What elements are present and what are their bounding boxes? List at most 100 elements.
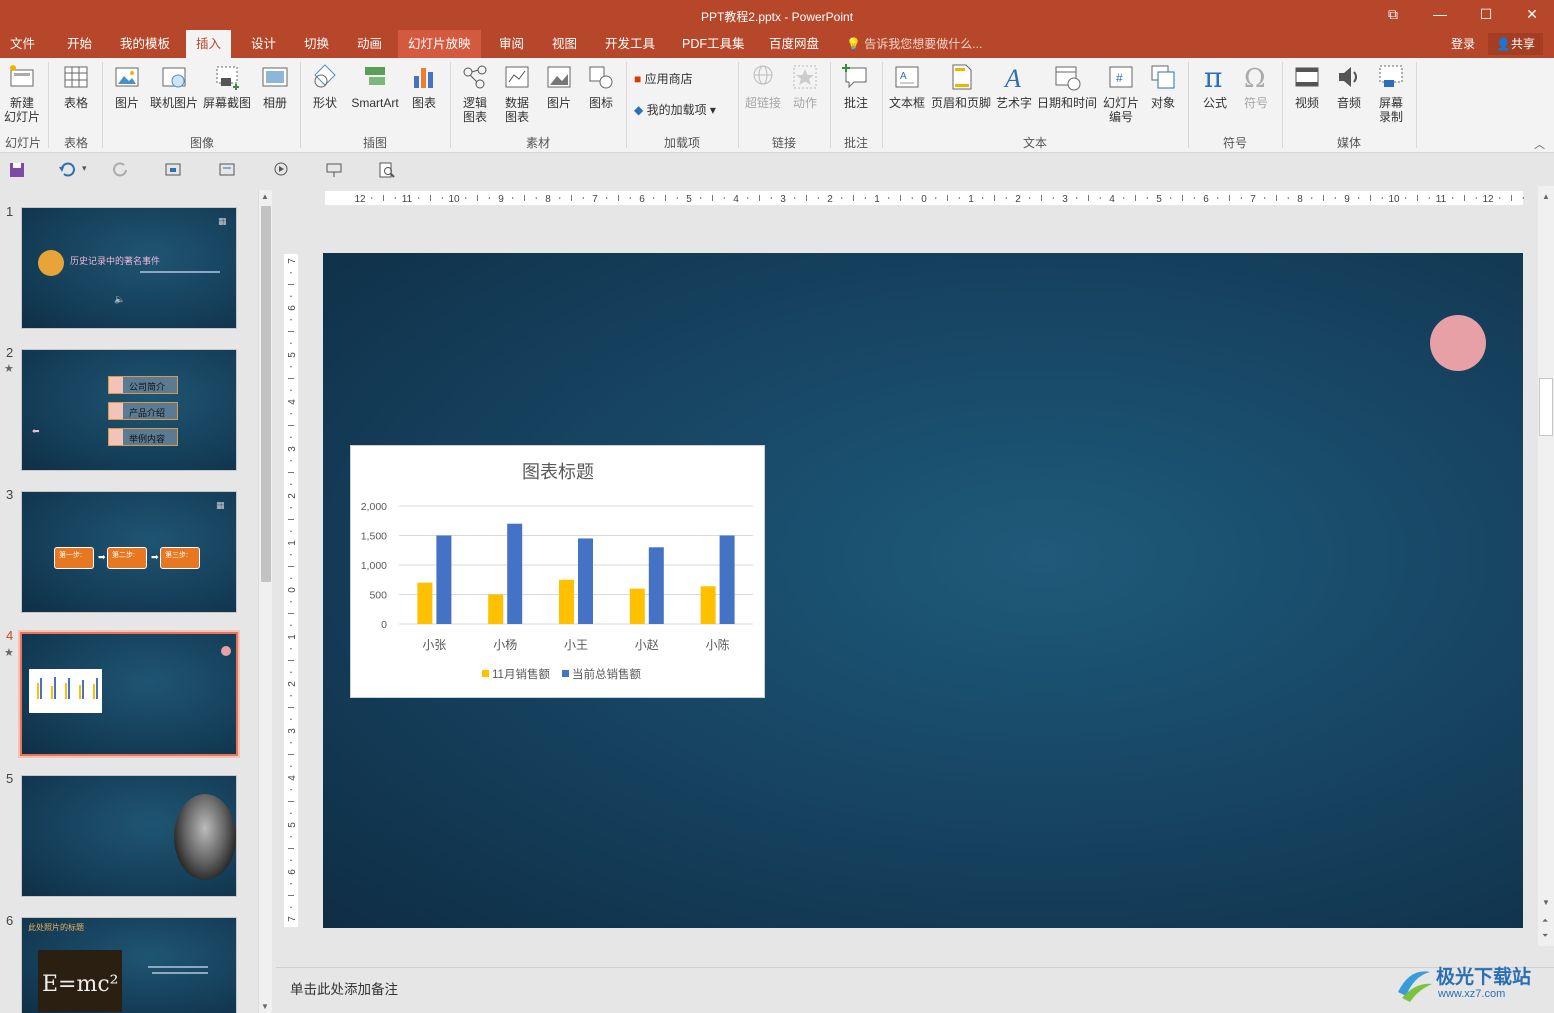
data-chart-button[interactable]: 数据 图表 (498, 62, 536, 124)
tab-home[interactable]: 开始 (57, 30, 102, 58)
audio-button[interactable]: 音频 (1330, 62, 1368, 110)
tab-developer[interactable]: 开发工具 (595, 30, 665, 58)
app-store-button[interactable]: ■ 应用商店 (634, 68, 693, 90)
tab-file[interactable]: 文件 (0, 30, 45, 58)
smartart-button[interactable]: SmartArt (348, 62, 402, 110)
close-button[interactable]: ✕ (1520, 4, 1544, 24)
thumbnails-scrollbar[interactable]: ▲ ▼ (258, 190, 272, 1013)
slide-thumbnail-5[interactable] (21, 775, 237, 897)
shapes-button[interactable]: 形状 (306, 62, 344, 110)
action-label: 动作 (792, 96, 817, 110)
share-button[interactable]: 👤共享 (1488, 33, 1543, 55)
scrollbar-thumb[interactable] (1539, 378, 1553, 436)
scroll-down-icon[interactable]: ▼ (261, 1002, 269, 1011)
picture-button[interactable]: 图片 (108, 62, 146, 110)
ribbon-display-options-icon[interactable]: ⧉ (1381, 4, 1405, 24)
chart-button[interactable]: 图表 (406, 62, 442, 110)
symbol-button[interactable]: Ω 符号 (1238, 62, 1274, 110)
tab-review[interactable]: 审阅 (489, 30, 534, 58)
next-slide-icon[interactable]: ⏷ (1542, 931, 1548, 941)
slide-thumbnail-2[interactable]: 公司简介 产品介绍 举例内容 ⬅ (21, 349, 237, 471)
undo-icon[interactable] (58, 161, 76, 179)
group-tables: 表格 (63, 136, 88, 150)
icon-button[interactable]: 图标 (582, 62, 620, 110)
online-picture-button[interactable]: 联机图片 (148, 62, 200, 110)
date-time-button[interactable]: 日期和时间 (1036, 62, 1098, 110)
tell-me-search[interactable]: 💡 告诉我您想要做什么... (846, 30, 982, 58)
save-icon[interactable] (8, 161, 26, 179)
ruler-label: 7 (592, 194, 598, 205)
minimize-button[interactable]: — (1428, 4, 1452, 24)
tab-baidu-netdisk[interactable]: 百度网盘 (759, 30, 829, 58)
tab-transitions[interactable]: 切换 (294, 30, 339, 58)
print-preview-icon[interactable] (378, 161, 396, 179)
tab-my-templates[interactable]: 我的模板 (110, 30, 180, 58)
omega-icon: Ω (1244, 64, 1266, 92)
thumb-text-line (152, 972, 208, 974)
table-button[interactable]: 表格 (56, 62, 96, 110)
ruler-label: 3 (1062, 194, 1068, 205)
undo-dropdown-icon[interactable]: ▾ (82, 163, 87, 174)
tab-design[interactable]: 设计 (241, 30, 286, 58)
bar-nov-sales (629, 588, 645, 624)
screen-record-button[interactable]: 屏幕 录制 (1372, 62, 1410, 124)
group-media: 媒体 (1336, 136, 1361, 150)
icons-gallery-icon (589, 66, 613, 89)
watermark: 极光下载站 www.xz7.com (1392, 958, 1552, 1008)
chart-object[interactable]: 图表标题 0 500 1,000 1,500 2,000 小张 小杨 小王 小赵 小陈 11月销售额… (350, 445, 765, 698)
from-beginning-icon[interactable] (164, 161, 182, 179)
separator (102, 62, 103, 148)
login-link[interactable]: 登录 (1451, 30, 1475, 58)
logic-chart-button[interactable]: 逻辑 图表 (456, 62, 494, 124)
hyperlink-button[interactable]: 超链接 (742, 62, 784, 110)
screenshot-button[interactable]: 屏幕截图 (202, 62, 252, 110)
y-tick-label: 2,000 (361, 501, 387, 513)
svg-text:A: A (900, 71, 907, 82)
ruler-label: 12 (1482, 194, 1494, 205)
comment-button[interactable]: 批注 (836, 62, 876, 110)
bar-nov-sales (559, 579, 574, 624)
collapse-ribbon-icon[interactable]: ︿ (1534, 136, 1545, 152)
tab-animations[interactable]: 动画 (347, 30, 392, 58)
new-slide-button[interactable]: 新建 幻灯片 (2, 62, 42, 124)
header-footer-button[interactable]: 页眉和页脚 (930, 62, 992, 110)
slide-thumbnail-3[interactable]: 第一步: ➡ 第二步: ➡ 第三步: ▦ (21, 491, 237, 613)
slide-scrollbar[interactable]: ▲ ▼ ⏶ ⏷ (1538, 186, 1554, 946)
tab-view[interactable]: 视图 (542, 30, 587, 58)
video-button[interactable]: 视频 (1288, 62, 1326, 110)
scroll-up-icon[interactable]: ▲ (1542, 192, 1550, 201)
previous-slide-icon[interactable]: ⏶ (1542, 916, 1548, 926)
tab-slideshow[interactable]: 幻灯片放映 (398, 30, 481, 58)
textbox-icon: A (895, 66, 919, 88)
thumb-circle (221, 646, 231, 656)
ruler-label: 3 (287, 728, 298, 734)
textbox-button[interactable]: A 文本框 (886, 62, 928, 110)
slide-thumbnail-1[interactable]: 历史记录中的著名事件 🔈 ▦ (21, 207, 237, 329)
textbox-label: 文本框 (888, 96, 925, 110)
slide-number-button[interactable]: # 幻灯片 编号 (1100, 62, 1142, 124)
scroll-up-icon[interactable]: ▲ (261, 192, 269, 201)
wordart-button[interactable]: A 艺术字 (994, 62, 1034, 110)
action-button[interactable]: 动作 (786, 62, 824, 110)
scrollbar-thumb[interactable] (261, 206, 271, 582)
maximize-button[interactable]: ☐ (1474, 4, 1498, 24)
scroll-down-icon[interactable]: ▼ (1542, 898, 1550, 907)
material-picture-button[interactable]: 图片 (540, 62, 578, 110)
object-button[interactable]: 对象 (1144, 62, 1182, 110)
equation-button[interactable]: π 公式 (1196, 62, 1234, 110)
slide-thumbnail-4[interactable] (18, 630, 240, 758)
y-tick-label: 0 (381, 619, 387, 631)
slide-layout-icon[interactable] (218, 161, 236, 179)
slide-thumbnail-6[interactable]: 此处照片的标题 E=mc² (21, 917, 237, 1013)
redo-icon[interactable] (112, 161, 130, 179)
tab-pdf-tools[interactable]: PDF工具集 (672, 30, 755, 58)
group-text: 文本 (1022, 136, 1047, 150)
notes-pane[interactable]: 单击此处添加备注 (276, 967, 1554, 1013)
decorative-circle[interactable] (1430, 315, 1486, 371)
my-addins-button[interactable]: ◆ 我的加载项 ▾ (634, 99, 716, 121)
album-button[interactable]: 相册 (256, 62, 294, 110)
table-label: 表格 (63, 96, 88, 110)
tab-insert[interactable]: 插入 (186, 30, 232, 58)
presenter-icon[interactable] (272, 161, 290, 179)
projector-icon[interactable] (325, 161, 343, 179)
